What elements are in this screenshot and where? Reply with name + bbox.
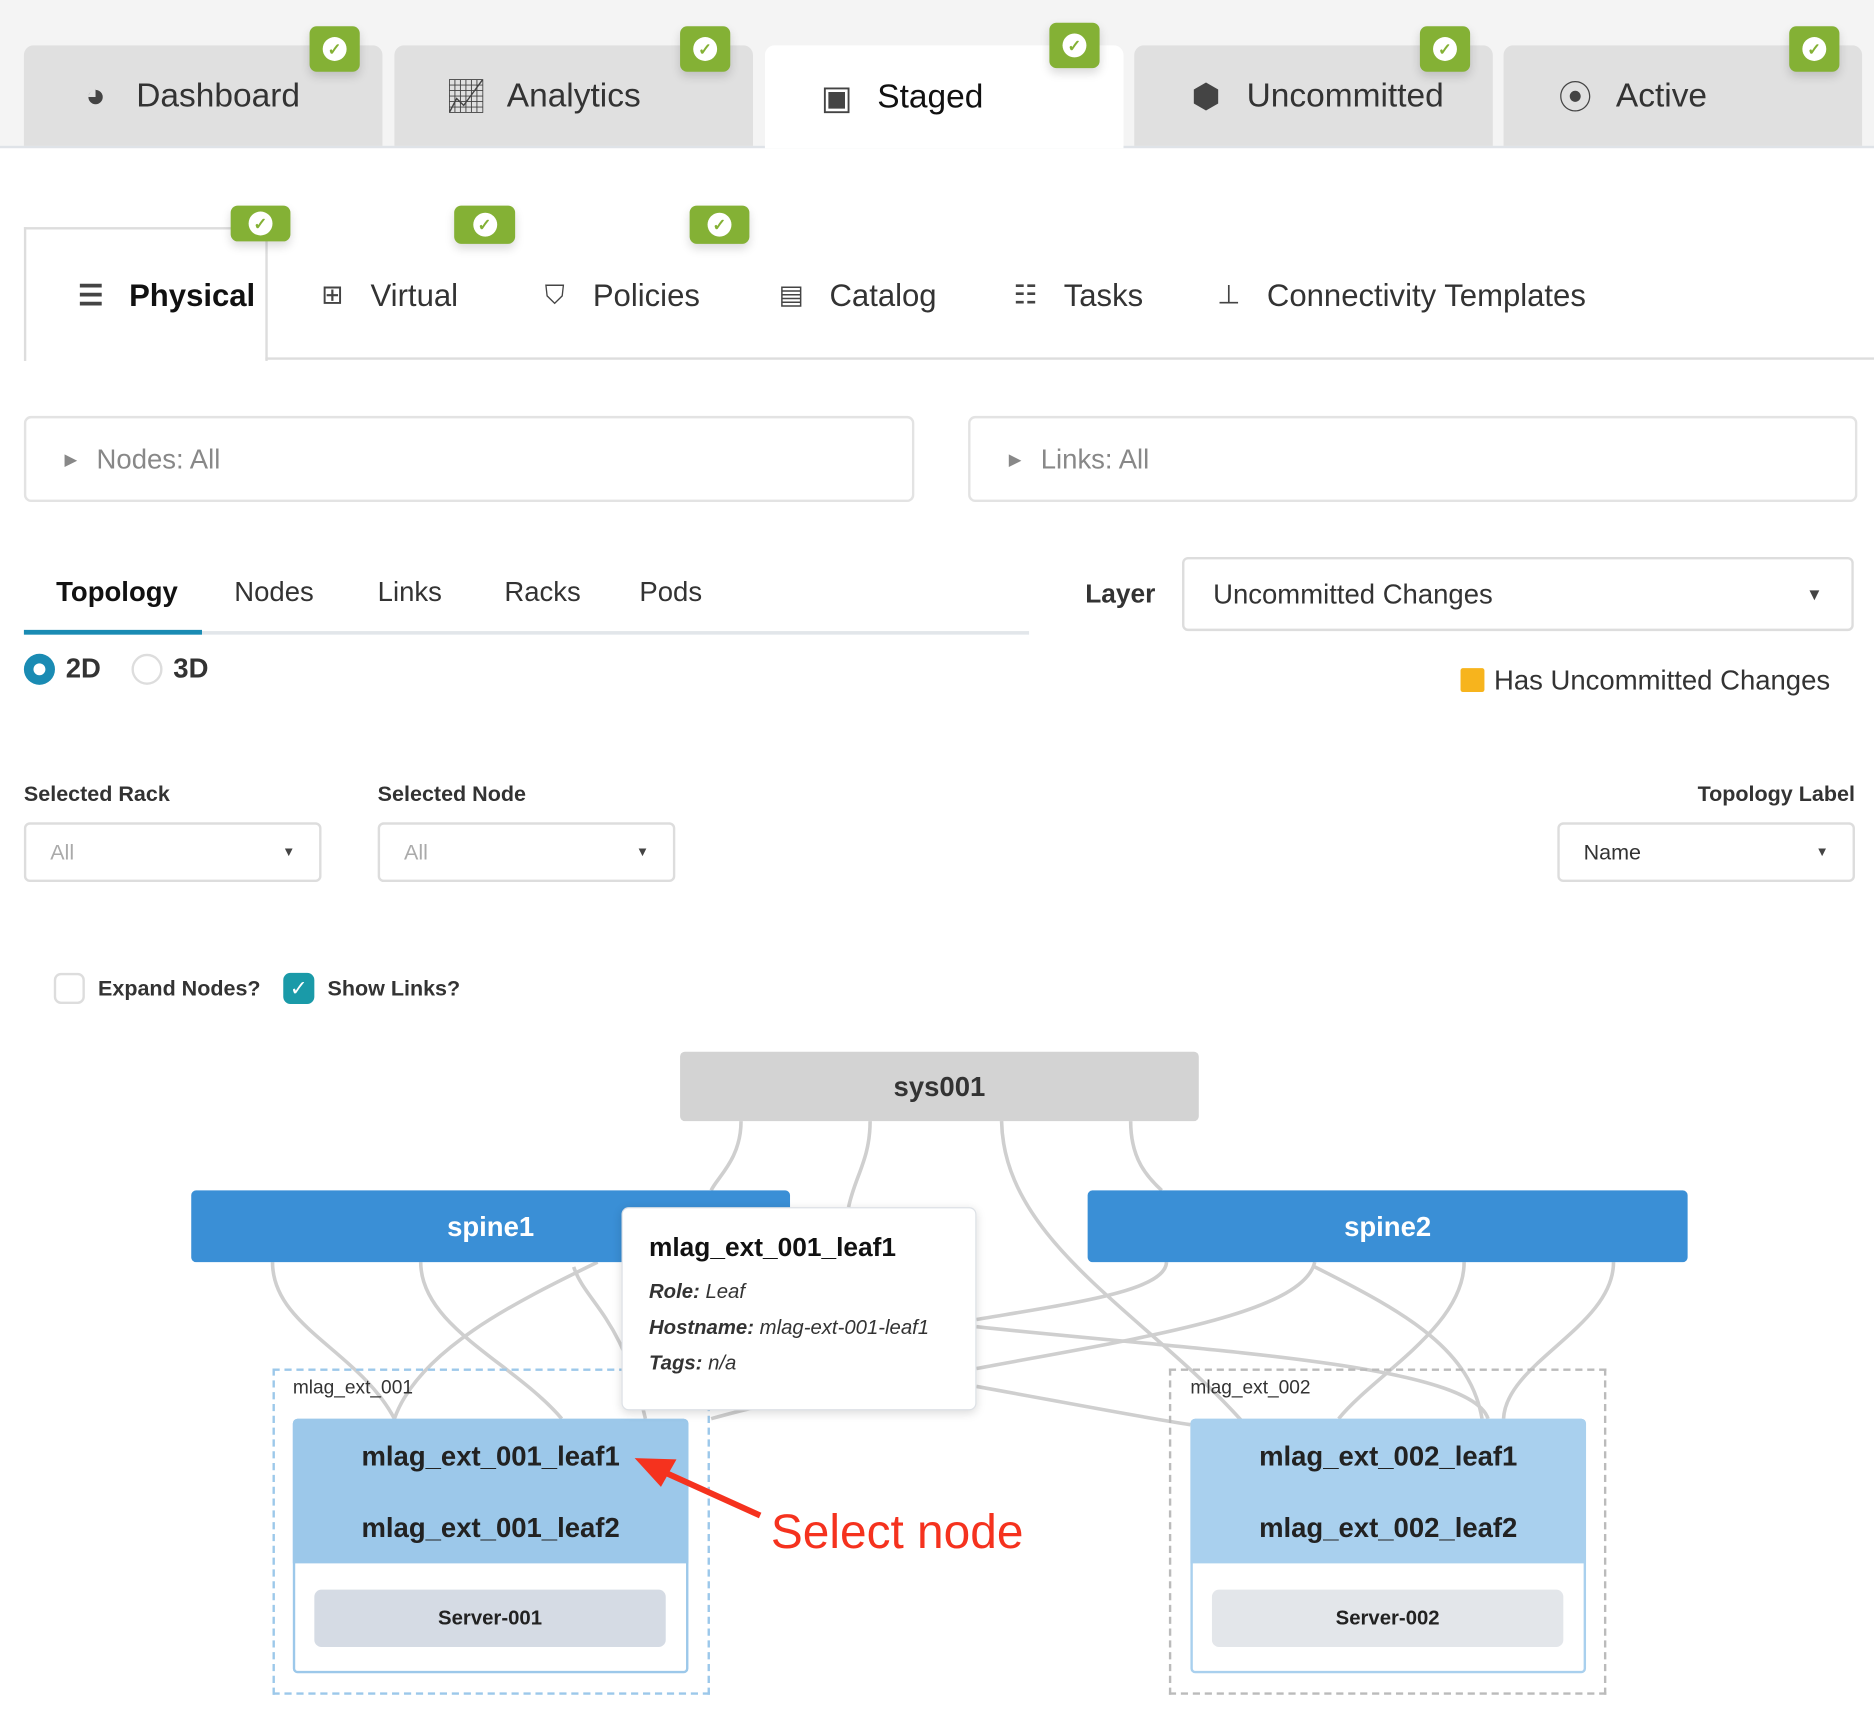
annotation-arrow <box>634 1458 762 1519</box>
annotation-text: Select node <box>770 1505 1024 1559</box>
arrow-shaft <box>658 1467 762 1519</box>
